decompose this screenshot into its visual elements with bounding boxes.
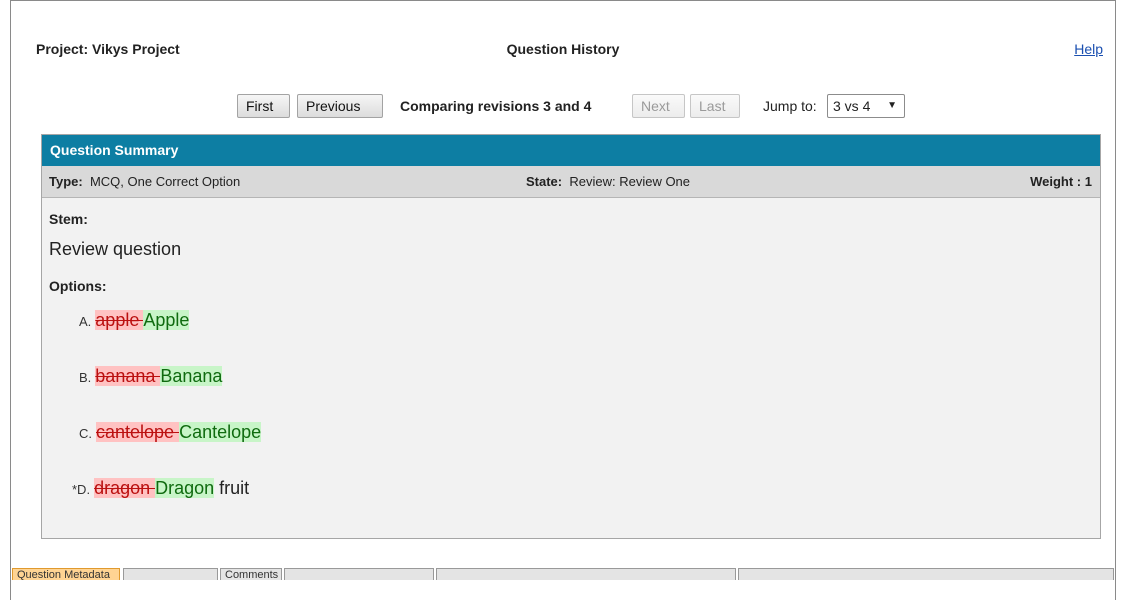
state-field: State: Review: Review One <box>526 166 690 197</box>
first-button[interactable]: First <box>237 94 290 118</box>
page-title: Question History <box>506 41 620 57</box>
stem-text: Review question <box>49 239 182 259</box>
dropdown-arrow-icon: ▼ <box>887 100 897 111</box>
added-text: Apple <box>143 310 190 330</box>
state-label: State: <box>526 174 563 189</box>
bottom-tab-strip: Question Metadata Comments <box>10 566 1116 580</box>
weight-field: Weight : 1 <box>1030 166 1092 197</box>
question-meta-bar: Type: MCQ, One Correct Option State: Rev… <box>42 166 1100 198</box>
removed-text: cantelope <box>96 422 180 442</box>
option-b: B. banana Banana <box>79 366 223 387</box>
tab-question-metadata[interactable]: Question Metadata <box>12 568 120 580</box>
added-text: Banana <box>160 366 223 386</box>
comparing-revisions-label: Comparing revisions 3 and 4 <box>400 98 592 114</box>
question-summary-panel: Question Summary Type: MCQ, One Correct … <box>41 134 1101 539</box>
option-key: *D. <box>72 482 91 497</box>
type-field: Type: MCQ, One Correct Option <box>49 166 240 197</box>
tab-comments[interactable]: Comments <box>220 568 282 580</box>
next-button[interactable]: Next <box>632 94 685 118</box>
weight-label: Weight : <box>1030 174 1082 189</box>
state-value: Review: Review One <box>569 174 691 189</box>
option-c: C. cantelope Cantelope <box>79 422 262 443</box>
header-bar: Project: Vikys Project Question History … <box>11 1 1115 57</box>
removed-text: apple <box>95 310 144 330</box>
type-label: Type: <box>49 174 83 189</box>
question-summary-header: Question Summary <box>42 135 1100 166</box>
type-value: MCQ, One Correct Option <box>89 174 241 189</box>
weight-value: 1 <box>1084 174 1092 189</box>
jump-to-value: 3 vs 4 <box>833 98 871 114</box>
previous-button[interactable]: Previous <box>297 94 383 118</box>
added-text: Dragon <box>155 478 215 498</box>
option-key: B. <box>79 370 92 385</box>
removed-text: banana <box>95 366 161 386</box>
last-button[interactable]: Last <box>690 94 740 118</box>
tab-4[interactable] <box>436 568 736 580</box>
tab-5[interactable] <box>738 568 1114 580</box>
added-text: Cantelope <box>179 422 262 442</box>
tab-2[interactable] <box>123 568 218 580</box>
removed-text: dragon <box>94 478 156 498</box>
unchanged-text: fruit <box>214 478 250 498</box>
option-key: A. <box>79 314 92 329</box>
option-d: *D. dragon Dragon fruit <box>72 478 249 499</box>
stem-label: Stem: <box>49 211 88 227</box>
revision-navigation: First Previous Comparing revisions 3 and… <box>11 94 1115 122</box>
option-a: A. apple Apple <box>79 310 190 331</box>
option-key: C. <box>79 426 92 441</box>
options-label: Options: <box>49 278 107 294</box>
question-history-window: Project: Vikys Project Question History … <box>10 0 1116 600</box>
help-link[interactable]: Help <box>1074 41 1103 57</box>
jump-to-select[interactable]: 3 vs 4 ▼ <box>827 94 905 118</box>
tab-3[interactable] <box>284 568 434 580</box>
jump-to-label: Jump to: <box>763 98 817 114</box>
